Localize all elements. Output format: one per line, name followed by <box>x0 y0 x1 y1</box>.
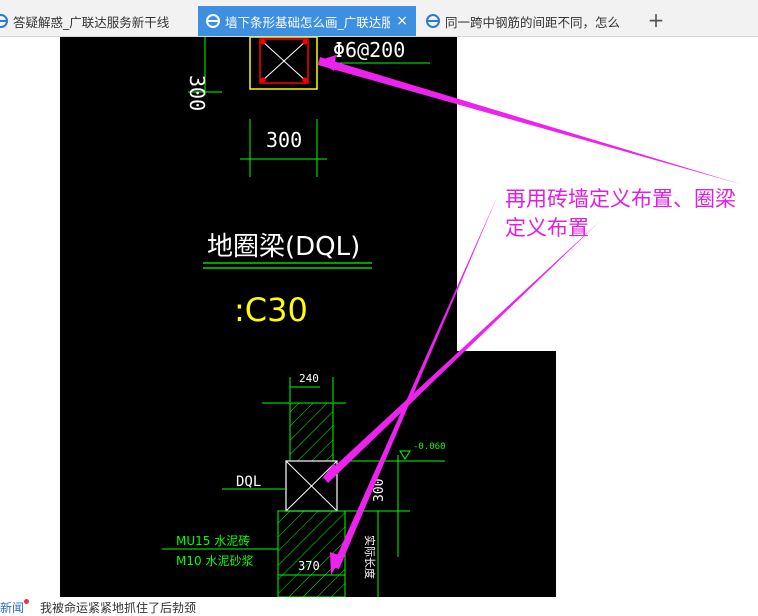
rebar-dot <box>302 77 308 83</box>
tab-title: 答疑解惑_广联达服务新干线 <box>13 14 170 30</box>
base-dimension-text: 370 <box>298 559 320 573</box>
tab-answers[interactable]: 答疑解惑_广联达服务新干线 <box>0 6 195 36</box>
browser-favicon-icon <box>426 14 440 28</box>
cad-background-lower <box>457 351 556 597</box>
rebar-dot <box>260 77 266 83</box>
annotation-callout: 再用砖墙定义布置、圈梁定义布置 <box>505 187 736 240</box>
tab-rebar-spacing[interactable]: 同一跨中钢筋的间距不同，怎么 <box>420 6 638 36</box>
concrete-grade: :C30 <box>234 291 308 329</box>
brick-label: MU15 水泥砖 <box>176 533 250 548</box>
mortar-label: M10 水泥砂浆 <box>176 553 253 568</box>
browser-favicon-icon <box>0 14 8 28</box>
tab-strip-foundation[interactable]: 墙下条形基础怎么画_广联达服 × <box>198 6 416 36</box>
tab-title: 同一跨中钢筋的间距不同，怎么 <box>445 14 621 30</box>
news-headline[interactable]: 我被命运紧紧地抓住了后勃颈 <box>40 599 196 616</box>
rebar-dot <box>302 39 308 45</box>
wall-dimension-text: 240 <box>299 372 319 385</box>
vertical-note: 实际长度 <box>363 535 377 579</box>
cad-drawing-image: 300 Φ6@200 300 地圈梁(DQL) :C30 240 DQL MU1… <box>60 37 740 597</box>
new-tab-button[interactable]: + <box>644 8 668 32</box>
top-dimension-text: 300 <box>266 128 302 152</box>
browser-favicon-icon <box>206 14 220 28</box>
side-dimension-text: 300 <box>185 75 209 111</box>
browser-tab-bar: 答疑解惑_广联达服务新干线 墙下条形基础怎么画_广联达服 × 同一跨中钢筋的间距… <box>0 0 758 37</box>
brick-wall-hatch <box>289 402 334 462</box>
beam-title: 地圈梁(DQL) <box>207 232 360 262</box>
close-tab-icon[interactable]: × <box>396 13 408 29</box>
page-content: 300 Φ6@200 300 地圈梁(DQL) :C30 240 DQL MU1… <box>0 37 758 597</box>
elevation-text: -0.060 <box>413 442 446 452</box>
news-label[interactable]: 新闻 <box>0 599 24 616</box>
dql-label: DQL <box>236 474 261 490</box>
status-bar: 新闻 我被命运紧紧地抓住了后勃颈 <box>0 597 758 616</box>
tab-title: 墙下条形基础怎么画_广联达服 <box>225 14 390 30</box>
rebar-dot <box>260 39 266 45</box>
rebar-label: Φ6@200 <box>333 38 405 62</box>
notification-dot-icon <box>24 599 29 604</box>
